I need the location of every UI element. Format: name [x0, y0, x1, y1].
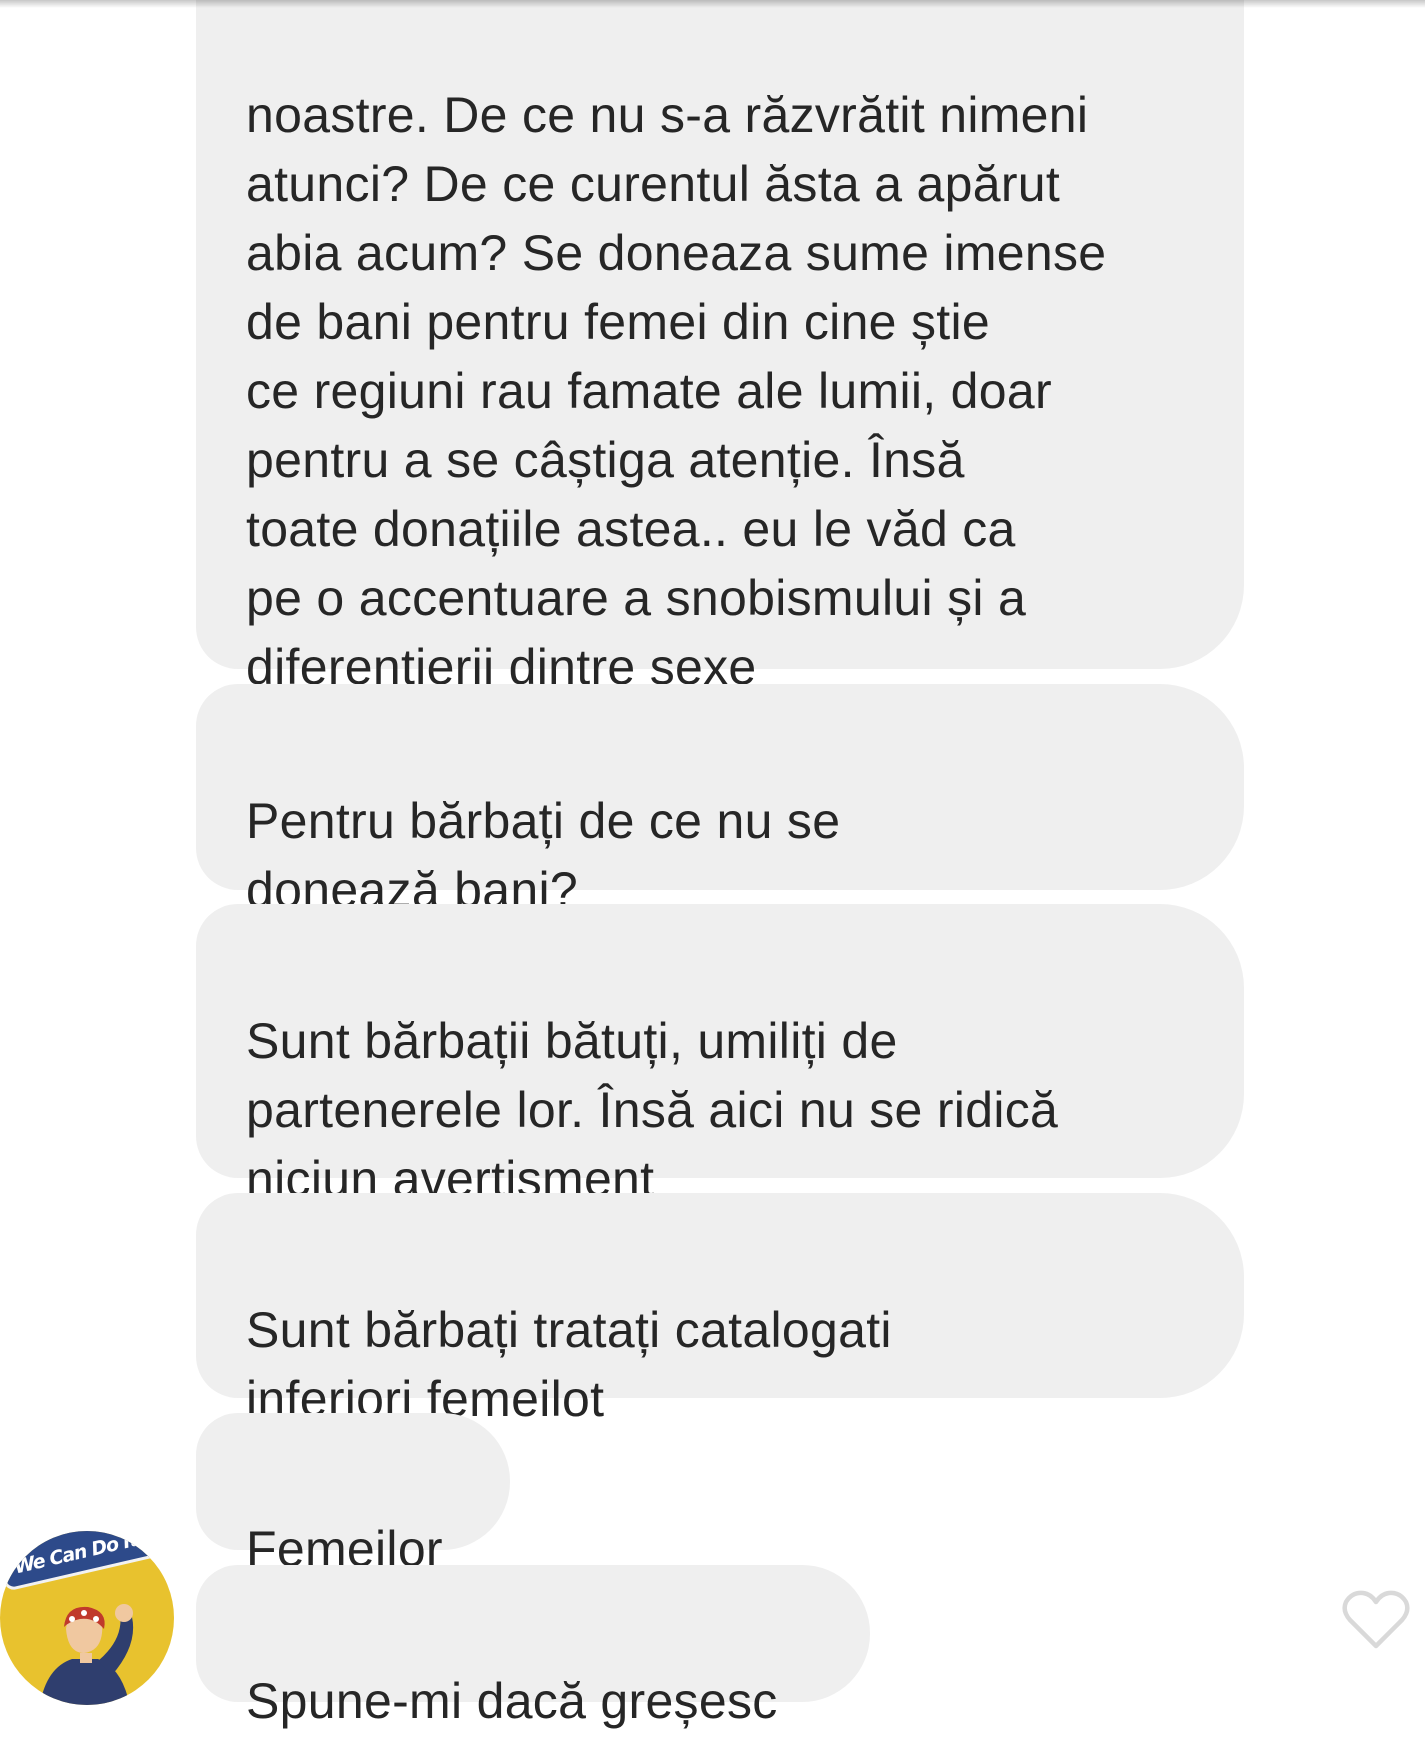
message-bubble-3[interactable]: Sunt bărbații bătuți, umiliți de partene…	[196, 904, 1244, 1207]
message-bubble-6[interactable]: Spune-mi dacă greșesc	[196, 1565, 870, 1729]
message-bubble-2[interactable]: Pentru bărbați de ce nu se donează bani?	[196, 684, 1244, 918]
message-bubble-4[interactable]: Sunt bărbați tratați catalogati inferior…	[196, 1193, 1244, 1427]
message-text-4: Sunt bărbați tratați catalogati inferior…	[246, 1302, 892, 1427]
message-text-6: Spune-mi dacă greșesc	[246, 1673, 778, 1729]
message-text-2: Pentru bărbați de ce nu se donează bani?	[246, 793, 841, 918]
message-text-1: noastre. De ce nu s-a răzvrătit nimeni a…	[246, 87, 1107, 695]
top-edge-shadow	[0, 0, 1425, 8]
avatar-figure-illustration	[39, 1604, 134, 1705]
message-bubble-5[interactable]: Femeilor	[196, 1413, 510, 1577]
message-thread[interactable]: noastre. De ce nu s-a răzvrătit nimeni a…	[0, 0, 1425, 1746]
sender-avatar[interactable]: We Can Do It!	[0, 1531, 174, 1705]
heart-outline-icon[interactable]	[1340, 1588, 1412, 1652]
message-text-3: Sunt bărbații bătuți, umiliți de partene…	[246, 1013, 1059, 1207]
message-bubble-1[interactable]: noastre. De ce nu s-a răzvrătit nimeni a…	[196, 0, 1244, 695]
